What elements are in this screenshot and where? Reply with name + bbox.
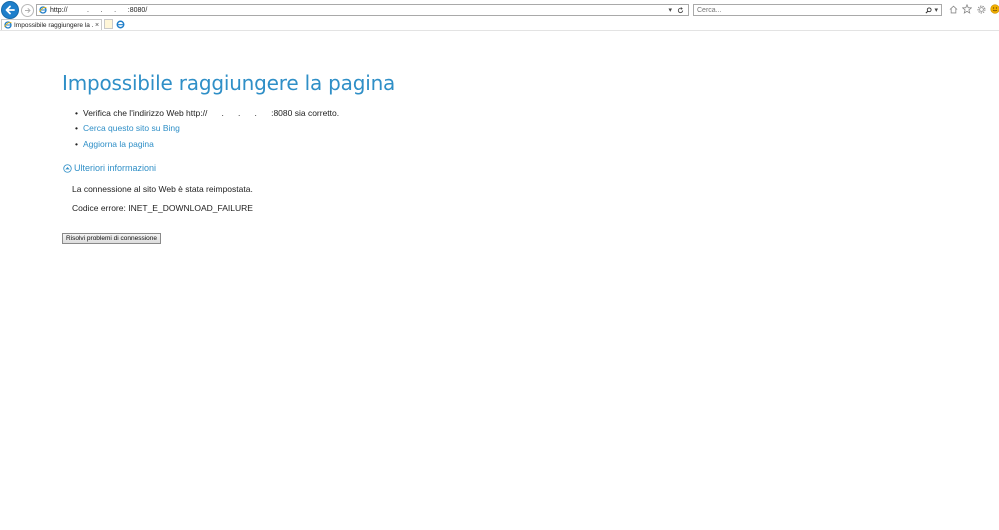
- check-prefix-text: Verifica che l'indirizzo Web http://: [83, 107, 208, 118]
- address-bar[interactable]: http:// . . . :8080/ ▾: [36, 4, 689, 16]
- connection-reset-text: La connessione al sito Web è stata reimp…: [72, 184, 253, 194]
- edge-icon[interactable]: [115, 19, 126, 29]
- tab-ie-icon: [4, 21, 12, 29]
- suggestion-check-address: • Verifica che l'indirizzo Web http:// .…: [62, 105, 339, 121]
- more-info-label[interactable]: Ulteriori informazioni: [74, 163, 156, 173]
- check-suffix-text: :8080 sia corretto.: [271, 107, 340, 118]
- search-dropdown-icon[interactable]: ▾: [934, 6, 938, 14]
- suggestion-refresh: • Aggiorna la pagina: [62, 136, 339, 152]
- back-button[interactable]: [1, 1, 19, 19]
- bullet: •: [75, 138, 78, 149]
- more-info-toggle[interactable]: Ulteriori informazioni: [63, 163, 156, 173]
- new-tab-icon[interactable]: [104, 19, 113, 29]
- feedback-smiley-icon[interactable]: [990, 4, 999, 14]
- search-input[interactable]: [694, 5, 926, 15]
- check-host-text: . . .: [207, 107, 272, 118]
- back-arrow-icon: [5, 5, 15, 15]
- tab-bar: Impossibile raggiungere la ... ×: [0, 19, 999, 31]
- page-title: Impossibile raggiungere la pagina: [62, 71, 396, 95]
- forward-button[interactable]: [21, 4, 34, 17]
- suggestion-bing: • Cerca questo sito su Bing: [62, 121, 339, 137]
- refresh-page-link[interactable]: Aggiorna la pagina: [83, 139, 154, 149]
- tab-title: Impossibile raggiungere la ...: [14, 21, 93, 29]
- browser-toolbar: http:// . . . :8080/ ▾ ▾: [0, 0, 999, 19]
- forward-arrow-icon: [25, 7, 31, 14]
- tab-close-icon[interactable]: ×: [93, 22, 101, 29]
- dropdown-icon[interactable]: ▾: [668, 6, 672, 14]
- search-box[interactable]: ▾: [693, 4, 942, 16]
- bing-search-link[interactable]: Cerca questo sito su Bing: [83, 123, 180, 133]
- search-icon[interactable]: [925, 6, 933, 14]
- favorites-star-icon[interactable]: [962, 4, 972, 14]
- tab-active[interactable]: Impossibile raggiungere la ... ×: [1, 19, 102, 30]
- bullet: •: [75, 123, 78, 134]
- suggestion-list: • Verifica che l'indirizzo Web http:// .…: [62, 105, 339, 152]
- home-icon[interactable]: [948, 4, 958, 14]
- fix-connection-button[interactable]: Risolvi problemi di connessione: [62, 233, 161, 244]
- ie-icon: [39, 6, 47, 14]
- address-url[interactable]: http:// . . . :8080/: [50, 7, 668, 14]
- chevron-up-circle-icon: [63, 163, 72, 173]
- refresh-icon[interactable]: [677, 6, 684, 14]
- error-code-text: Codice errore: INET_E_DOWNLOAD_FAILURE: [72, 203, 253, 213]
- settings-gear-icon[interactable]: [976, 4, 986, 14]
- bullet: •: [75, 107, 78, 118]
